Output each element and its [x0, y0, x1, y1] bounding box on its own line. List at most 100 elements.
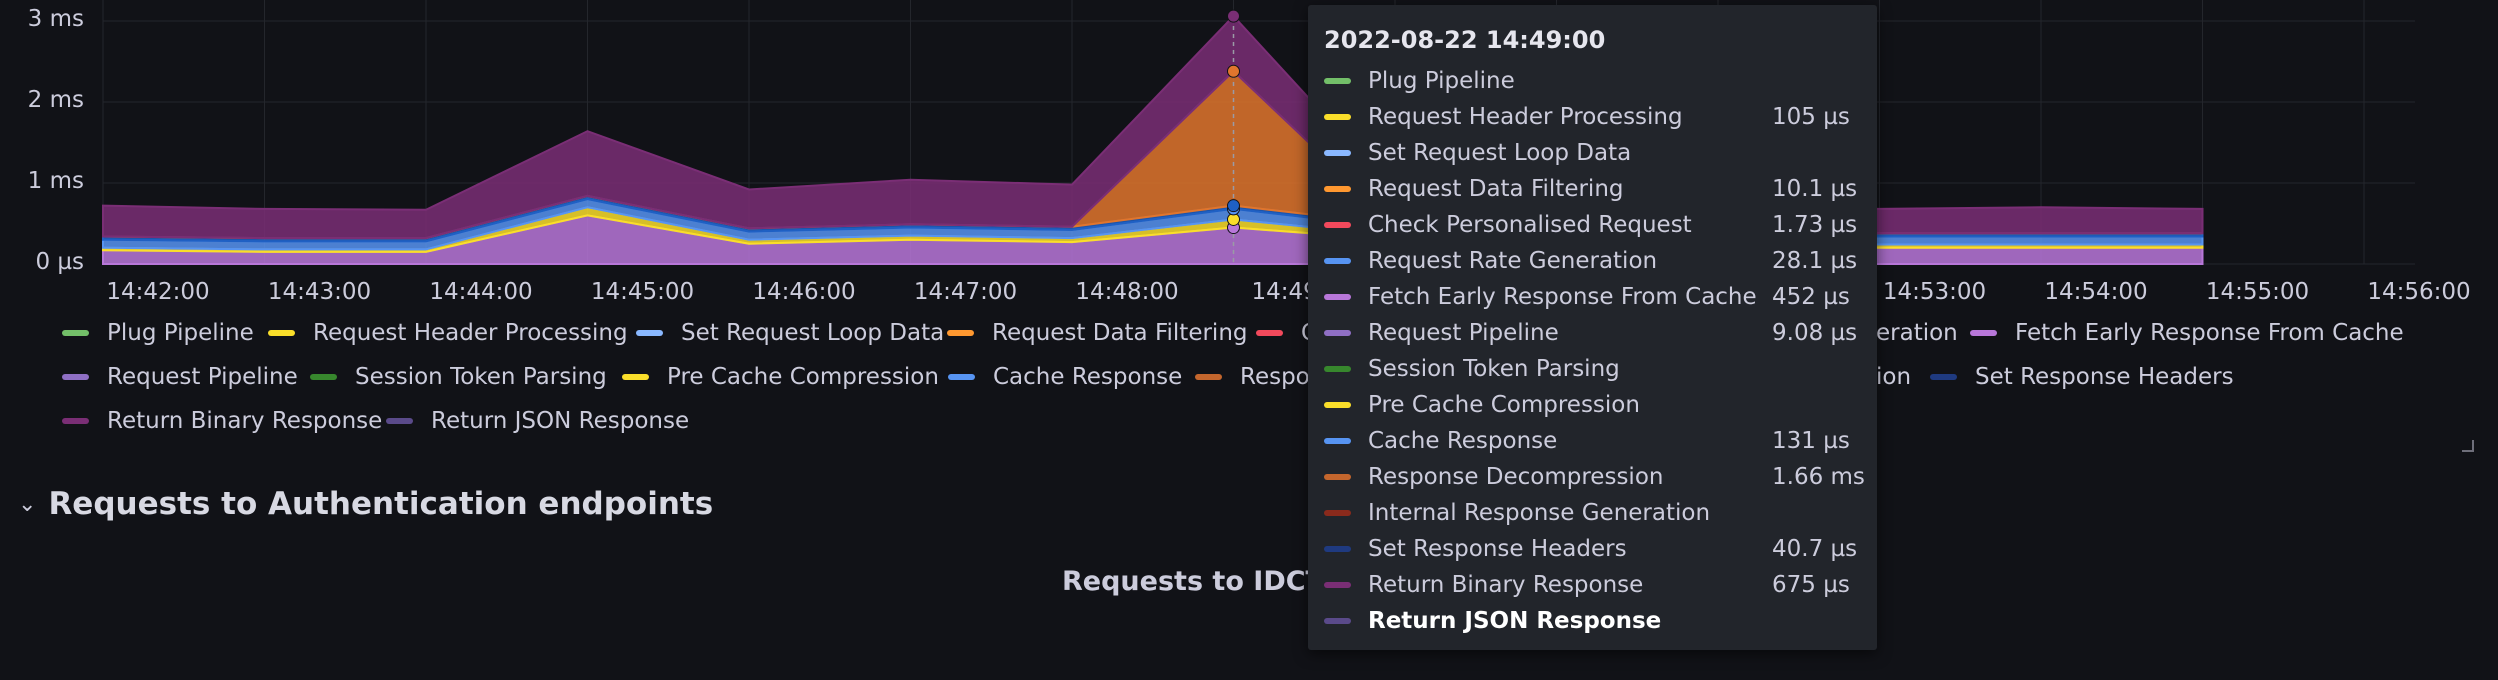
legend-swatch [636, 330, 663, 336]
tooltip-swatch [1324, 150, 1351, 156]
tooltip-series-value: 40.7 µs [1772, 536, 1858, 562]
tooltip-row: Request Header Processing 105 µs [1324, 99, 1864, 135]
x-tick-label: 14:56:00 [2367, 279, 2471, 305]
legend-item[interactable]: Plug Pipeline [62, 320, 254, 346]
legend-item[interactable]: eration [1876, 320, 1958, 346]
tooltip-series-label: Return Binary Response [1368, 572, 1644, 598]
legend-item[interactable]: Session Token Parsing [310, 364, 607, 390]
chevron-down-icon: ⌄ [18, 491, 37, 517]
legend-label: Request Data Filtering [992, 320, 1248, 346]
tooltip-row: Session Token Parsing [1324, 351, 1864, 387]
legend-item[interactable]: Set Request Loop Data [636, 320, 944, 346]
x-tick-label: 14:48:00 [1075, 279, 1179, 305]
tooltip-row: Cache Response 131 µs [1324, 423, 1864, 459]
legend-item[interactable]: ion [1876, 364, 1911, 390]
legend-label: Set Response Headers [1975, 364, 2234, 390]
tooltip-row: Request Data Filtering 10.1 µs [1324, 171, 1864, 207]
panel-resize-handle[interactable] [2462, 440, 2474, 452]
tooltip-series-label: Check Personalised Request [1368, 212, 1692, 238]
legend-item[interactable]: Set Response Headers [1930, 364, 2234, 390]
tooltip-series-label: Cache Response [1368, 428, 1558, 454]
tooltip-swatch [1324, 510, 1351, 516]
tooltip-series-value: 1.73 µs [1772, 212, 1858, 238]
row-header-authentication[interactable]: ⌄ Requests to Authentication endpoints [18, 486, 713, 522]
legend-swatch [947, 330, 974, 336]
legend-swatch [1256, 330, 1283, 336]
hover-point [1227, 64, 1240, 78]
legend-swatch [310, 374, 337, 380]
legend-item[interactable]: Cache Response [948, 364, 1182, 390]
legend-swatch [622, 374, 649, 380]
tooltip-series-label: Request Rate Generation [1368, 248, 1658, 274]
tooltip-series-label: Set Request Loop Data [1368, 140, 1632, 166]
legend-item[interactable]: Respo [1195, 364, 1310, 390]
tooltip-series-label: Return JSON Response [1368, 608, 1662, 634]
time-series-chart[interactable] [0, 0, 2498, 300]
tooltip-swatch [1324, 330, 1351, 336]
x-tick-label: 14:47:00 [913, 279, 1018, 305]
legend-label: ion [1876, 364, 1912, 390]
legend-swatch [1930, 374, 1957, 380]
tooltip-row: Request Rate Generation 28.1 µs [1324, 243, 1864, 279]
tooltip-row: Fetch Early Response From Cache 452 µs [1324, 279, 1864, 315]
tooltip-swatch [1324, 78, 1351, 84]
legend-label: Respo [1240, 364, 1310, 390]
tooltip-series-value: 9.08 µs [1772, 320, 1858, 346]
tooltip-series-value: 28.1 µs [1772, 248, 1858, 274]
y-tick-label: 2 ms [27, 87, 84, 113]
tooltip-row: Response Decompression 1.66 ms [1324, 459, 1865, 495]
tooltip-swatch [1324, 366, 1351, 372]
tooltip-swatch [1324, 474, 1351, 480]
y-tick-label: 3 ms [27, 6, 84, 32]
tooltip-time: 2022-08-22 14:49:00 [1324, 26, 1606, 54]
legend-swatch [62, 418, 89, 424]
legend-label: Request Pipeline [107, 364, 298, 390]
tooltip-row: Request Pipeline 9.08 µs [1324, 315, 1864, 351]
tooltip-row: Return Binary Response 675 µs [1324, 567, 1864, 603]
tooltip-series-label: Request Pipeline [1368, 320, 1559, 346]
tooltip-swatch [1324, 582, 1351, 588]
legend-label: Return Binary Response [107, 408, 383, 434]
y-tick-label: 0 µs [35, 249, 84, 275]
legend-item[interactable]: Request Data Filtering [947, 320, 1248, 346]
tooltip-series-label: Plug Pipeline [1368, 68, 1515, 94]
x-tick-label: 14:53:00 [1882, 279, 1987, 305]
legend-item[interactable]: Request Pipeline [62, 364, 298, 390]
tooltip-series-label: Set Response Headers [1368, 536, 1627, 562]
x-tick-label: 14:46:00 [752, 279, 856, 305]
legend-label: Set Request Loop Data [681, 320, 945, 346]
legend-swatch [1195, 374, 1222, 380]
row-title: Requests to Authentication endpoints [48, 486, 714, 522]
tooltip-series-label: Pre Cache Compression [1368, 392, 1640, 418]
x-tick-label: 14:55:00 [2205, 279, 2310, 305]
tooltip-series-value: 1.66 ms [1772, 464, 1865, 490]
legend-swatch [268, 330, 295, 336]
tooltip-series-value: 10.1 µs [1772, 176, 1858, 202]
x-tick-label: 14:45:00 [590, 279, 695, 305]
legend-swatch [1970, 330, 1997, 336]
legend-item[interactable]: Fetch Early Response From Cache [1970, 320, 2404, 346]
hover-point [1227, 9, 1240, 23]
tooltip-swatch [1324, 402, 1351, 408]
tooltip-row: Set Request Loop Data [1324, 135, 1864, 171]
legend-swatch [948, 374, 975, 380]
legend-swatch [386, 418, 413, 424]
legend-item[interactable]: Return Binary Response [62, 408, 382, 434]
chart-tooltip: 2022-08-22 14:49:00 Plug Pipeline Request… [1308, 5, 1877, 650]
tooltip-row: Internal Response Generation [1324, 495, 1864, 531]
legend-label: Fetch Early Response From Cache [2015, 320, 2404, 346]
legend-item[interactable]: Pre Cache Compression [622, 364, 939, 390]
tooltip-row: Check Personalised Request 1.73 µs [1324, 207, 1864, 243]
legend-swatch [62, 330, 89, 336]
legend-item[interactable]: Request Header Processing [268, 320, 628, 346]
tooltip-series-value: 131 µs [1772, 428, 1850, 454]
legend-label: eration [1876, 320, 1958, 346]
tooltip-series-label: Fetch Early Response From Cache [1368, 284, 1757, 310]
legend-label: Return JSON Response [431, 408, 690, 434]
tooltip-swatch [1324, 294, 1351, 300]
tooltip-row: Set Response Headers 40.7 µs [1324, 531, 1864, 567]
legend-item[interactable]: Return JSON Response [386, 408, 689, 434]
tooltip-row: Plug Pipeline [1324, 63, 1864, 99]
tooltip-series-value: 105 µs [1772, 104, 1850, 130]
hover-point [1227, 199, 1240, 213]
